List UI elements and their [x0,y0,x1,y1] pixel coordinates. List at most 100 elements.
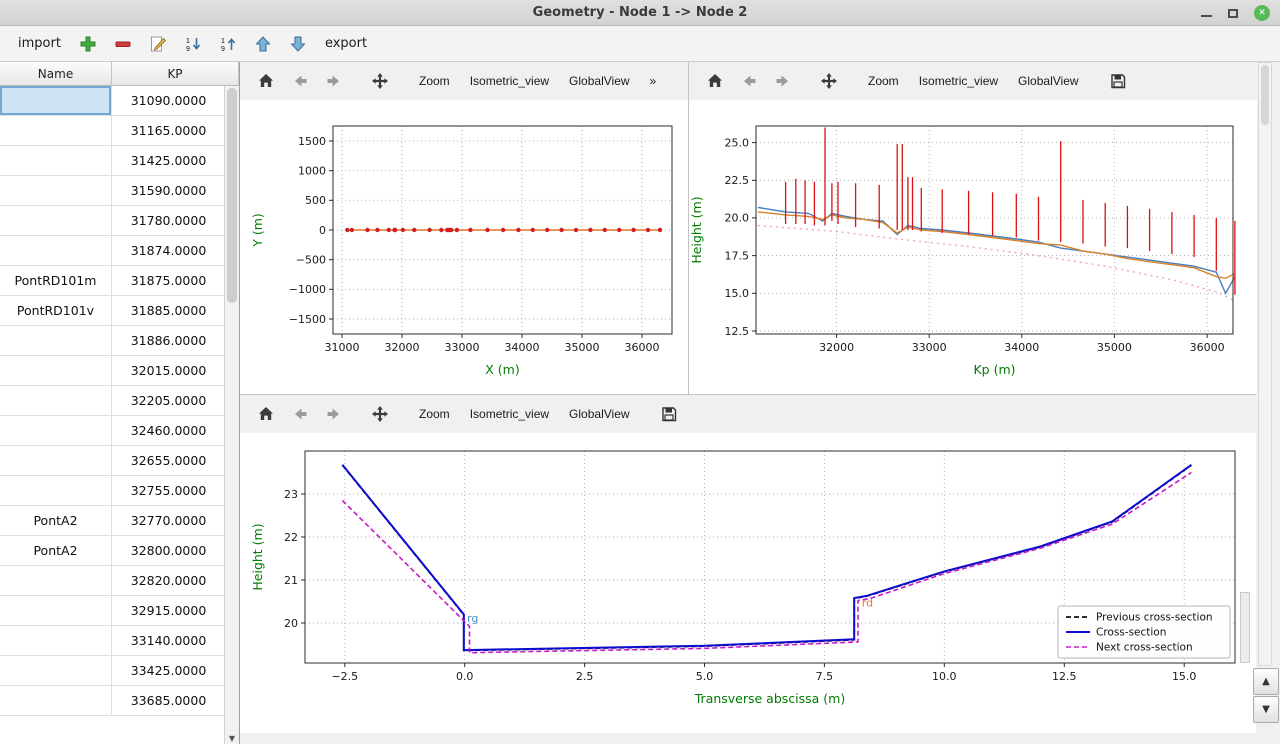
remove-button[interactable] [109,30,137,58]
global-view-button[interactable]: GlobalView [560,67,638,95]
forward-arrow-icon [774,72,792,90]
pan-button[interactable] [364,400,396,428]
name-cell[interactable] [0,236,112,265]
kp-cell[interactable]: 31874.0000 [112,236,225,265]
name-cell[interactable] [0,356,112,385]
kp-cell[interactable]: 32770.0000 [112,506,225,535]
maximize-icon[interactable] [1228,9,1238,18]
name-cell[interactable] [0,326,112,355]
up-triangle-icon: ▲ [1262,676,1270,687]
kp-cell[interactable]: 32820.0000 [112,566,225,595]
isometric-view-button[interactable]: Isometric_view [461,400,558,428]
kp-cell[interactable]: 31090.0000 [112,86,225,115]
close-icon[interactable]: ✕ [1254,5,1270,21]
toolbar-overflow-button[interactable]: » [641,67,666,95]
kp-cell[interactable]: 31165.0000 [112,116,225,145]
kp-cell[interactable]: 31875.0000 [112,266,225,295]
back-button[interactable] [284,400,316,428]
kp-cell[interactable]: 32755.0000 [112,476,225,505]
plan-view-chart[interactable]: 310003200033000340003500036000−1500−1000… [240,100,688,394]
global-view-button[interactable]: GlobalView [560,400,638,428]
main-scrollbar-thumb[interactable] [1261,65,1269,125]
pan-button[interactable] [813,67,845,95]
name-cell[interactable] [0,596,112,625]
kp-cell[interactable]: 32460.0000 [112,416,225,445]
scroll-down-button[interactable]: ▼ [1253,696,1279,723]
kp-cell[interactable]: 33685.0000 [112,686,225,715]
zoom-button[interactable]: Zoom [410,67,459,95]
home-button[interactable] [250,400,282,428]
name-cell[interactable]: PontA2 [0,506,112,535]
kp-cell[interactable]: 31885.0000 [112,296,225,325]
main-vertical-scrollbar[interactable] [1258,62,1272,666]
column-header-kp[interactable]: KP [112,62,239,85]
application-window: Geometry - Node 1 -> Node 2 ✕ import exp… [0,0,1280,744]
table-row: 31886.0000 [0,326,225,356]
back-button[interactable] [733,67,765,95]
export-button[interactable]: export [319,32,373,55]
home-button[interactable] [250,67,282,95]
zoom-button[interactable]: Zoom [410,400,459,428]
add-button[interactable] [74,30,102,58]
name-cell[interactable]: PontA2 [0,536,112,565]
long-profile-chart[interactable]: 320003300034000350003600012.515.017.520.… [689,100,1257,394]
scroll-up-button[interactable]: ▲ [1253,668,1279,695]
isometric-view-button[interactable]: Isometric_view [461,67,558,95]
import-button[interactable]: import [12,32,67,55]
name-cell[interactable] [0,386,112,415]
table-scrollbar-thumb[interactable] [227,88,237,303]
home-button[interactable] [699,67,731,95]
forward-button[interactable] [318,67,350,95]
kp-cell[interactable]: 32205.0000 [112,386,225,415]
forward-button[interactable] [318,400,350,428]
kp-cell[interactable]: 32655.0000 [112,446,225,475]
name-cell[interactable] [0,116,112,145]
plus-icon [79,35,97,53]
name-cell[interactable] [0,476,112,505]
forward-button[interactable] [767,67,799,95]
kp-cell[interactable]: 31886.0000 [112,326,225,355]
kp-cell[interactable]: 31425.0000 [112,146,225,175]
name-cell[interactable]: PontRD101v [0,296,112,325]
pan-button[interactable] [364,67,396,95]
kp-cell[interactable]: 33140.0000 [112,626,225,655]
table-scrollbar[interactable]: ▼ [224,86,239,744]
cross-section-mini-scrollbar[interactable] [1240,592,1250,663]
name-cell[interactable] [0,566,112,595]
kp-cell[interactable]: 32915.0000 [112,596,225,625]
name-cell[interactable] [0,686,112,715]
back-button[interactable] [284,67,316,95]
name-cell[interactable] [0,176,112,205]
name-cell[interactable] [0,656,112,685]
kp-table-body: 31090.000031165.000031425.000031590.0000… [0,86,225,744]
zoom-button[interactable]: Zoom [859,67,908,95]
isometric-view-button[interactable]: Isometric_view [910,67,1007,95]
column-header-name[interactable]: Name [0,62,112,85]
name-cell[interactable] [0,416,112,445]
name-cell[interactable]: PontRD101m [0,266,112,295]
scroll-down-icon[interactable]: ▼ [225,734,239,743]
save-button[interactable] [653,400,685,428]
cross-section-chart[interactable]: −2.50.02.55.07.510.012.515.020212223Tran… [240,433,1256,733]
name-cell[interactable] [0,446,112,475]
save-button[interactable] [1102,67,1134,95]
move-down-button[interactable] [284,30,312,58]
kp-cell[interactable]: 31780.0000 [112,206,225,235]
global-view-button[interactable]: GlobalView [1009,67,1087,95]
move-up-button[interactable] [249,30,277,58]
kp-cell[interactable]: 32015.0000 [112,356,225,385]
kp-cell[interactable]: 32800.0000 [112,536,225,565]
svg-text:15.0: 15.0 [1172,670,1197,683]
arrow-up-icon [254,35,272,53]
minimize-icon[interactable] [1201,15,1212,17]
kp-cell[interactable]: 31590.0000 [112,176,225,205]
name-cell[interactable] [0,626,112,655]
window-controls: ✕ [1201,0,1270,26]
kp-cell[interactable]: 33425.0000 [112,656,225,685]
name-cell[interactable] [0,146,112,175]
name-cell[interactable] [0,206,112,235]
sort-descending-button[interactable] [179,30,207,58]
sort-ascending-button[interactable] [214,30,242,58]
name-cell[interactable] [0,86,112,115]
edit-button[interactable] [144,30,172,58]
